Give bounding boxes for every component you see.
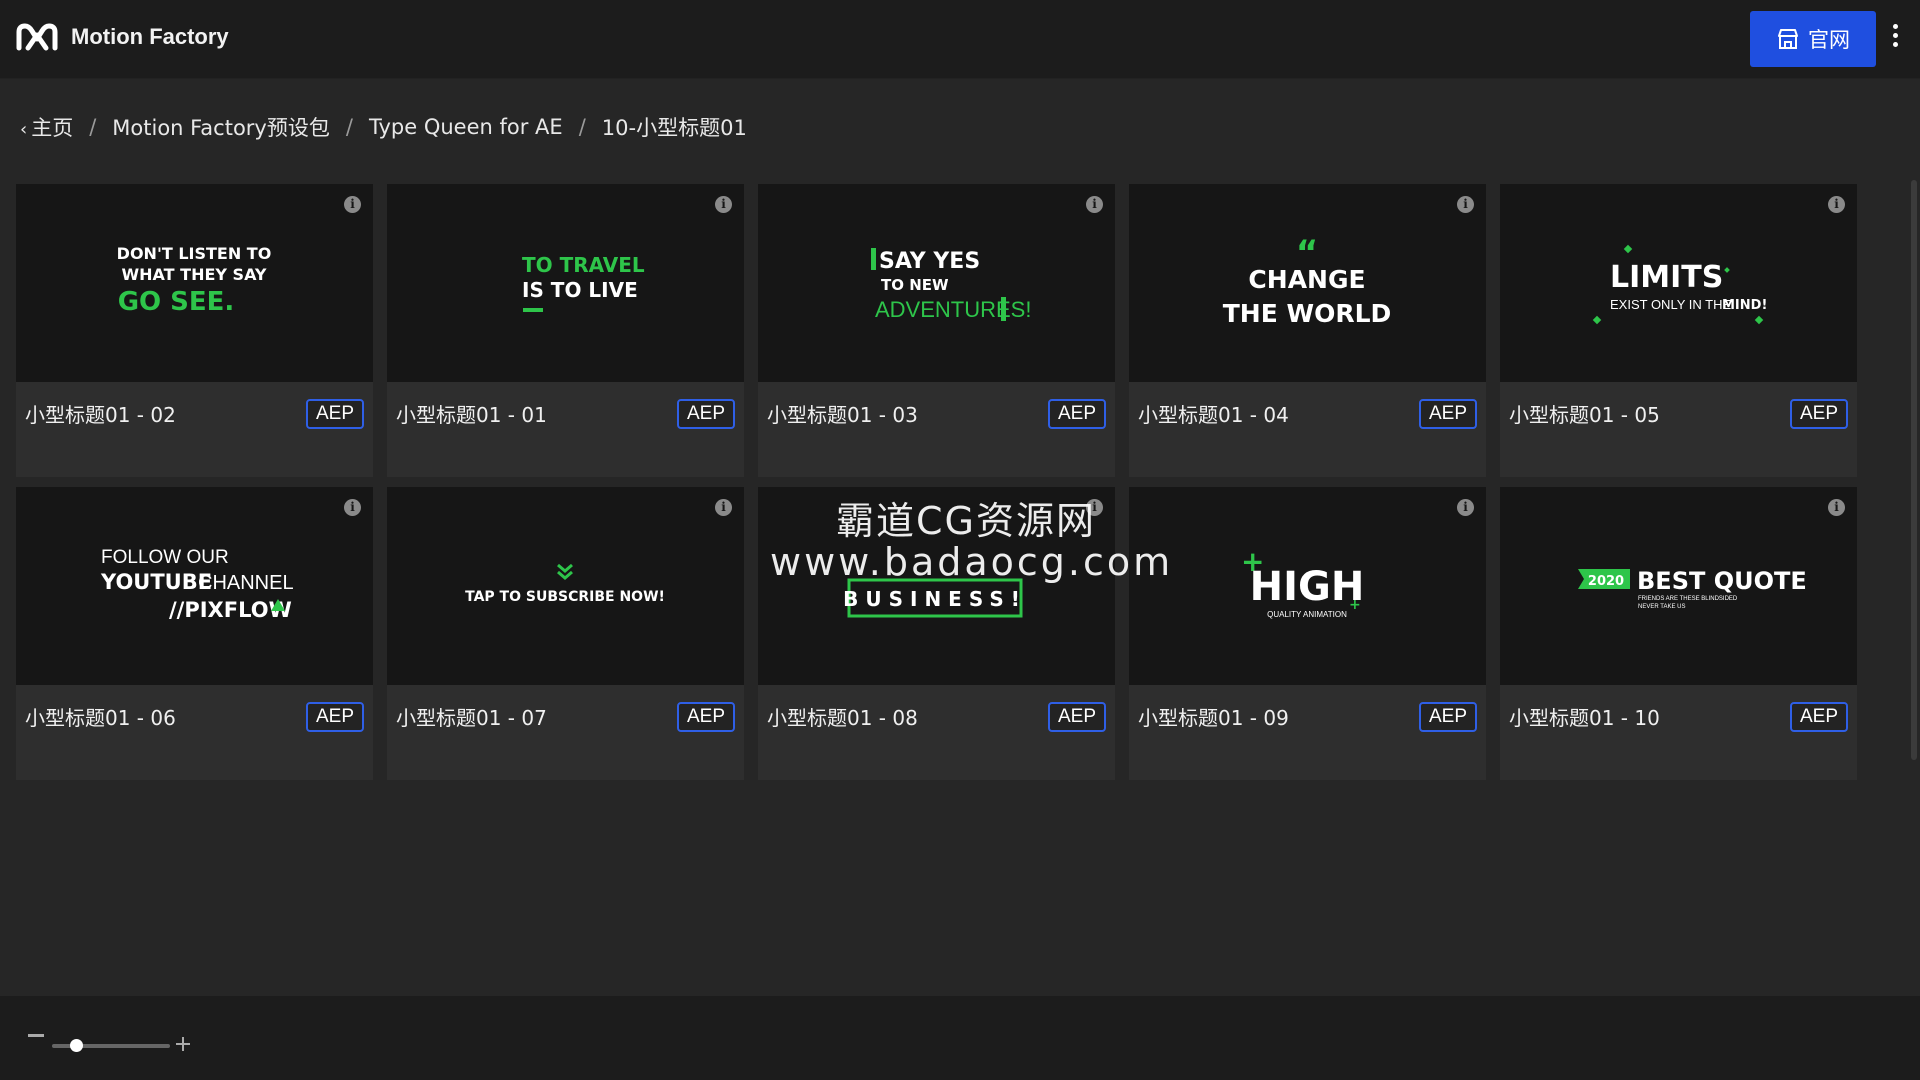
- asset-card[interactable]: LIMITS EXIST ONLY IN THE MIND! i 小型标题01 …: [1500, 184, 1857, 477]
- svg-text:MIND!: MIND!: [1722, 298, 1767, 313]
- aep-badge: AEP: [676, 702, 735, 732]
- asset-card[interactable]: FOLLOW OUR YOUTUBE CHANNEL //PIXFLOW i 小…: [16, 487, 373, 780]
- aep-badge: AEP: [305, 399, 364, 429]
- card-title: 小型标题01 - 10: [1509, 706, 1660, 730]
- watermark-title: 霸道CG资源网: [836, 499, 1096, 543]
- top-bar: Motion Factory 官网: [0, 0, 1920, 79]
- asset-card[interactable]: SAY YES TO NEW ADVENTURES! i 小型标题01 - 03…: [758, 184, 1115, 477]
- official-site-label: 官网: [1808, 28, 1850, 52]
- aep-badge: AEP: [305, 702, 364, 732]
- svg-text:2020: 2020: [1588, 574, 1624, 589]
- card-thumbnail: “ CHANGE THE WORLD i: [1129, 184, 1486, 382]
- asset-card[interactable]: DON'T LISTEN TO WHAT THEY SAY GO SEE. i …: [16, 184, 373, 477]
- info-icon[interactable]: i: [1457, 499, 1474, 516]
- watermark-url: www.badaocg.com: [770, 540, 1174, 584]
- svg-text:BEST QUOTE: BEST QUOTE: [1637, 567, 1807, 595]
- aep-badge: AEP: [1789, 702, 1848, 732]
- info-icon[interactable]: i: [715, 499, 732, 516]
- info-icon[interactable]: i: [1086, 196, 1103, 213]
- zoom-out-icon[interactable]: [28, 1034, 44, 1037]
- asset-card[interactable]: 2020 BEST QUOTE FRIENDS ARE THESE BLINDS…: [1500, 487, 1857, 780]
- svg-text:WHAT THEY SAY: WHAT THEY SAY: [121, 265, 266, 284]
- breadcrumb: ‹ 主页 / Motion Factory预设包 / Type Queen for…: [20, 112, 747, 142]
- svg-text:IS TO LIVE: IS TO LIVE: [522, 278, 638, 302]
- svg-text:QUALITY ANIMATION: QUALITY ANIMATION: [1267, 610, 1347, 619]
- card-title: 小型标题01 - 04: [1138, 403, 1289, 427]
- breadcrumb-item-type-queen[interactable]: Type Queen for AE: [369, 115, 563, 139]
- svg-text:+: +: [1349, 597, 1361, 613]
- more-options-icon[interactable]: [1888, 24, 1902, 54]
- card-thumbnail: 2020 BEST QUOTE FRIENDS ARE THESE BLINDS…: [1500, 487, 1857, 685]
- svg-text:YOUTUBE: YOUTUBE: [100, 570, 212, 594]
- aep-badge: AEP: [1789, 399, 1848, 429]
- bottom-bar: [0, 996, 1920, 1080]
- card-thumbnail: TO TRAVEL IS TO LIVE i: [387, 184, 744, 382]
- aep-badge: AEP: [1047, 702, 1106, 732]
- breadcrumb-item-current: 10-小型标题01: [601, 116, 747, 140]
- card-title: 小型标题01 - 01: [396, 403, 547, 427]
- info-icon[interactable]: i: [344, 499, 361, 516]
- asset-card[interactable]: “ CHANGE THE WORLD i 小型标题01 - 04 AEP: [1129, 184, 1486, 477]
- info-icon[interactable]: i: [715, 196, 732, 213]
- aep-badge: AEP: [1047, 399, 1106, 429]
- svg-text:FOLLOW OUR: FOLLOW OUR: [101, 547, 229, 568]
- asset-grid: DON'T LISTEN TO WHAT THEY SAY GO SEE. i …: [16, 184, 1857, 780]
- svg-text:TAP TO SUBSCRIBE NOW!: TAP TO SUBSCRIBE NOW!: [465, 589, 665, 605]
- info-icon[interactable]: i: [1457, 196, 1474, 213]
- card-title: 小型标题01 - 05: [1509, 403, 1660, 427]
- card-title: 小型标题01 - 08: [767, 706, 918, 730]
- card-title: 小型标题01 - 02: [25, 403, 176, 427]
- svg-text:TO TRAVEL: TO TRAVEL: [522, 253, 645, 277]
- breadcrumb-home[interactable]: ‹ 主页: [20, 112, 73, 142]
- svg-text:NEVER TAKE US: NEVER TAKE US: [1638, 604, 1685, 610]
- aep-badge: AEP: [1418, 702, 1477, 732]
- breadcrumb-item-preset-pack[interactable]: Motion Factory预设包: [112, 112, 330, 142]
- svg-text:TO NEW: TO NEW: [881, 276, 949, 294]
- asset-card[interactable]: TO TRAVEL IS TO LIVE i 小型标题01 - 01 AEP: [387, 184, 744, 477]
- vertical-scrollbar[interactable]: [1911, 180, 1917, 760]
- motion-factory-logo-icon: [16, 23, 58, 51]
- card-title: 小型标题01 - 07: [396, 706, 547, 730]
- card-title: 小型标题01 - 03: [767, 403, 918, 427]
- app-title: Motion Factory: [71, 24, 229, 49]
- svg-text:DON'T LISTEN TO: DON'T LISTEN TO: [117, 244, 272, 263]
- card-title: 小型标题01 - 06: [25, 706, 176, 730]
- info-icon[interactable]: i: [1828, 499, 1845, 516]
- store-icon: [1778, 29, 1798, 49]
- card-thumbnail: TAP TO SUBSCRIBE NOW! i: [387, 487, 744, 685]
- svg-text:SAY YES: SAY YES: [879, 249, 980, 274]
- aep-badge: AEP: [676, 399, 735, 429]
- aep-badge: AEP: [1418, 399, 1477, 429]
- svg-text:THE WORLD: THE WORLD: [1223, 299, 1392, 328]
- zoom-in-icon[interactable]: [176, 1037, 190, 1051]
- svg-text:FRIENDS ARE THESE BLINDSIDED: FRIENDS ARE THESE BLINDSIDED: [1638, 596, 1738, 602]
- asset-card[interactable]: + HIGH QUALITY ANIMATION + i 小型标题01 - 09…: [1129, 487, 1486, 780]
- card-thumbnail: SAY YES TO NEW ADVENTURES! i: [758, 184, 1115, 382]
- card-thumbnail: DON'T LISTEN TO WHAT THEY SAY GO SEE. i: [16, 184, 373, 382]
- svg-text:EXIST ONLY IN THE: EXIST ONLY IN THE: [1610, 297, 1731, 312]
- svg-text:GO SEE.: GO SEE.: [118, 287, 235, 317]
- official-site-button[interactable]: 官网: [1750, 11, 1876, 67]
- svg-text:BUSINESS!: BUSINESS!: [843, 587, 1027, 611]
- svg-text:CHANGE: CHANGE: [1248, 265, 1365, 294]
- svg-text:ADVENTURES!: ADVENTURES!: [875, 297, 1031, 322]
- card-thumbnail: FOLLOW OUR YOUTUBE CHANNEL //PIXFLOW i: [16, 487, 373, 685]
- asset-card[interactable]: TAP TO SUBSCRIBE NOW! i 小型标题01 - 07 AEP: [387, 487, 744, 780]
- svg-text:CHANNEL: CHANNEL: [198, 572, 294, 594]
- card-thumbnail: LIMITS EXIST ONLY IN THE MIND! i: [1500, 184, 1857, 382]
- svg-text:LIMITS: LIMITS: [1610, 260, 1723, 295]
- info-icon[interactable]: i: [1828, 196, 1845, 213]
- svg-text:HIGH: HIGH: [1250, 564, 1365, 610]
- card-thumbnail: + HIGH QUALITY ANIMATION + i: [1129, 487, 1486, 685]
- info-icon[interactable]: i: [344, 196, 361, 213]
- zoom-slider-handle[interactable]: [69, 1039, 83, 1052]
- chevron-left-icon: ‹: [20, 119, 28, 140]
- card-title: 小型标题01 - 09: [1138, 706, 1289, 730]
